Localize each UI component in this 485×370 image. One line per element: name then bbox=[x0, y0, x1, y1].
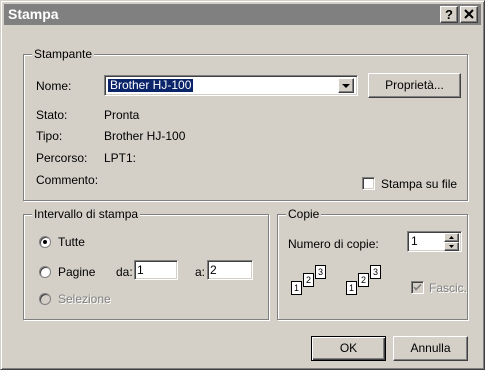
path-label: Percorso: bbox=[36, 151, 88, 165]
comment-label: Commento: bbox=[36, 173, 99, 187]
properties-button[interactable]: Proprietà... bbox=[368, 73, 461, 98]
check-icon bbox=[413, 283, 422, 291]
print-dialog: Stampa ? Stampante Nome: Brother HJ-100 … bbox=[0, 0, 485, 370]
range-all-label[interactable]: Tutte bbox=[58, 235, 85, 249]
printer-name-combobox[interactable]: Brother HJ-100 bbox=[104, 75, 358, 96]
range-pages-radio[interactable] bbox=[39, 266, 51, 278]
ok-button[interactable]: OK bbox=[311, 336, 386, 361]
radio-selected-dot bbox=[43, 240, 47, 244]
copies-count-spinner[interactable]: 1 bbox=[407, 231, 462, 252]
range-selection-label[interactable]: Selezione bbox=[58, 292, 111, 306]
copies-decrement-button[interactable] bbox=[444, 242, 459, 251]
close-button[interactable] bbox=[460, 6, 478, 23]
printer-name-label: Nome: bbox=[36, 79, 72, 93]
collate-page-1b: 1 bbox=[346, 281, 357, 295]
collate-page-3b: 3 bbox=[370, 265, 381, 279]
copies-count-value: 1 bbox=[411, 234, 418, 248]
print-range-group-label: Intervallo di stampa bbox=[32, 207, 141, 221]
range-to-value: 2 bbox=[210, 263, 217, 277]
type-label: Tipo: bbox=[36, 129, 63, 143]
close-icon bbox=[464, 9, 474, 19]
range-pages-label[interactable]: Pagine bbox=[58, 265, 95, 279]
collate-page-1: 1 bbox=[291, 281, 302, 295]
printer-dropdown-button[interactable] bbox=[338, 78, 354, 93]
window-title: Stampa bbox=[8, 6, 59, 22]
collate-page-2b: 2 bbox=[358, 273, 369, 287]
print-to-file-label[interactable]: Stampa su file bbox=[381, 177, 457, 191]
path-value: LPT1: bbox=[104, 151, 137, 165]
chevron-down-icon bbox=[449, 245, 454, 248]
cancel-button[interactable]: Annulla bbox=[393, 336, 468, 361]
range-from-input[interactable]: 1 bbox=[134, 260, 178, 280]
range-all-radio[interactable] bbox=[39, 236, 51, 248]
copies-group-label: Copie bbox=[286, 207, 322, 221]
chevron-down-icon bbox=[342, 84, 350, 88]
title-bar[interactable]: Stampa ? bbox=[4, 4, 481, 25]
status-label: Stato: bbox=[36, 108, 68, 122]
collate-checkbox[interactable] bbox=[411, 281, 424, 294]
copies-increment-button[interactable] bbox=[444, 233, 459, 242]
range-to-input[interactable]: 2 bbox=[207, 260, 253, 280]
copies-count-label: Numero di copie: bbox=[288, 237, 379, 251]
printer-group-label: Stampante bbox=[32, 47, 95, 61]
chevron-up-icon bbox=[449, 236, 454, 239]
range-selection-radio[interactable] bbox=[39, 293, 51, 305]
collate-page-2: 2 bbox=[303, 273, 314, 287]
printer-name-value: Brother HJ-100 bbox=[108, 78, 194, 92]
print-to-file-checkbox[interactable] bbox=[362, 177, 375, 190]
help-button[interactable]: ? bbox=[440, 6, 458, 23]
collate-label[interactable]: Fascic. bbox=[429, 281, 467, 295]
collate-page-3: 3 bbox=[315, 265, 326, 279]
range-from-label: da: bbox=[116, 265, 133, 279]
status-value: Pronta bbox=[104, 108, 140, 122]
range-to-label: a: bbox=[195, 265, 206, 279]
type-value: Brother HJ-100 bbox=[104, 129, 186, 143]
range-from-value: 1 bbox=[137, 263, 144, 277]
